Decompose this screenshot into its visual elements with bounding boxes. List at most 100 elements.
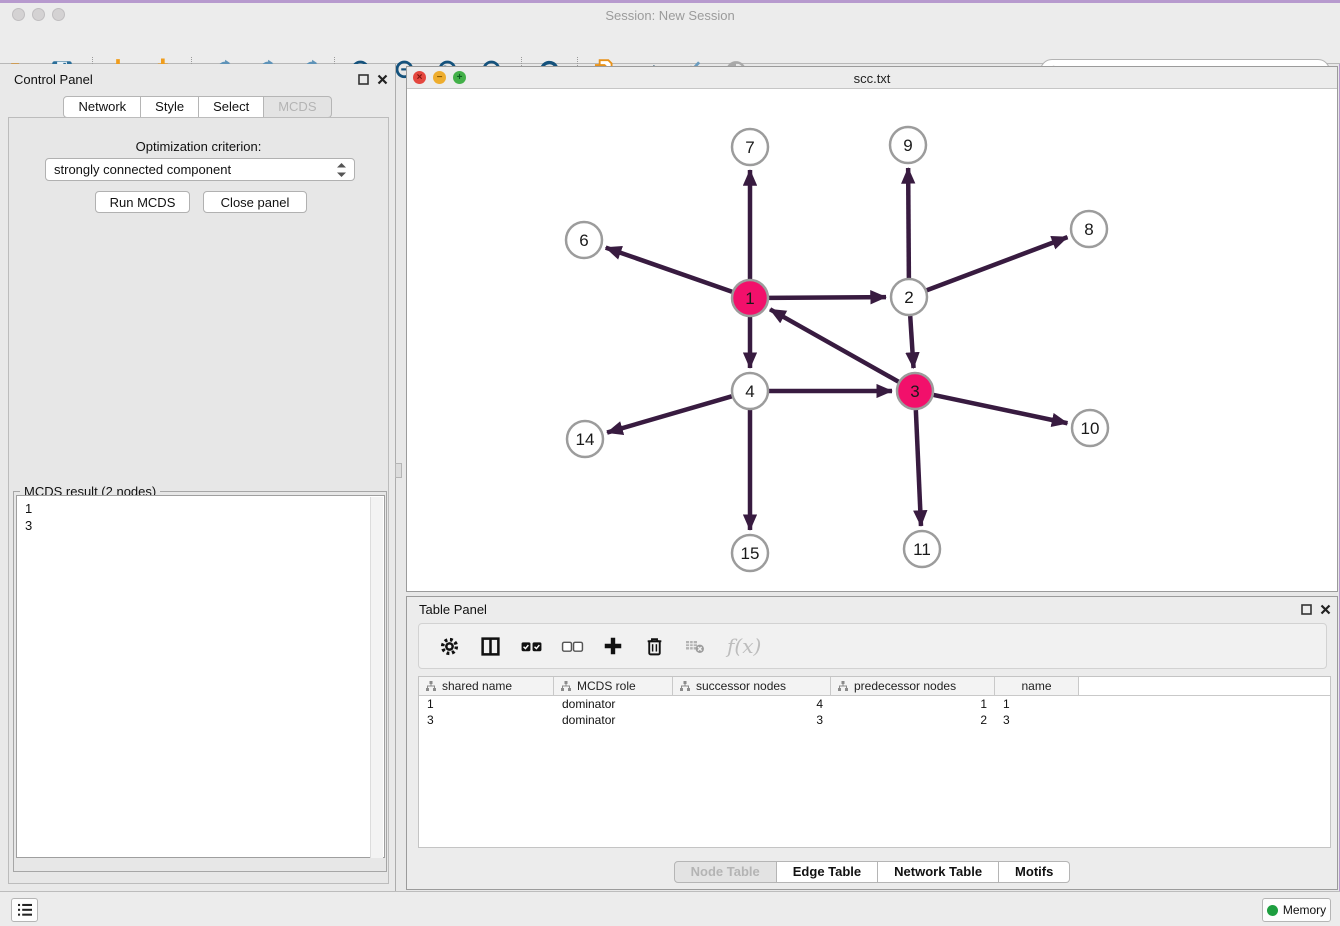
- edge-1-6[interactable]: [606, 248, 732, 292]
- memory-button[interactable]: Memory: [1262, 898, 1331, 922]
- node-label-4: 4: [745, 382, 754, 401]
- column-header-MCDS-role[interactable]: MCDS role: [554, 677, 673, 695]
- tab-network-table[interactable]: Network Table: [878, 861, 999, 883]
- table-cell[interactable]: 1: [995, 697, 1079, 711]
- column-type-icon: [838, 681, 848, 691]
- edge-3-10[interactable]: [934, 395, 1068, 423]
- delete-column-button[interactable]: [642, 634, 666, 658]
- tab-motifs[interactable]: Motifs: [999, 861, 1070, 883]
- edge-4-14[interactable]: [607, 396, 732, 432]
- table-cell[interactable]: dominator: [554, 697, 673, 711]
- network-view-title: scc.txt: [407, 71, 1337, 86]
- optimization-criterion-select[interactable]: strongly connected component: [45, 158, 355, 181]
- edge-1-2[interactable]: [769, 297, 886, 298]
- criterion-selected-value: strongly connected component: [54, 162, 337, 177]
- close-panel-icon[interactable]: [377, 74, 388, 85]
- main-toolbar: [0, 26, 1340, 64]
- table-cell[interactable]: 3: [419, 713, 554, 727]
- column-type-icon: [426, 681, 436, 691]
- result-scrollbar[interactable]: [370, 497, 383, 858]
- network-window-titlebar[interactable]: × − + scc.txt: [407, 67, 1337, 89]
- edge-3-1[interactable]: [770, 309, 898, 381]
- run-mcds-button[interactable]: Run MCDS: [95, 191, 190, 213]
- table-toolbar: f(x): [418, 623, 1327, 669]
- edge-2-3[interactable]: [910, 316, 913, 368]
- table-cell[interactable]: 1: [831, 697, 995, 711]
- checked-boxes-icon: [520, 635, 543, 658]
- column-header-label: successor nodes: [696, 679, 786, 693]
- add-column-button[interactable]: [601, 634, 625, 658]
- application-window: Session: New Session: [0, 0, 1340, 926]
- select-all-button[interactable]: [519, 634, 543, 658]
- close-table-panel-icon[interactable]: [1320, 604, 1331, 615]
- table-panel-title: Table Panel: [419, 602, 487, 617]
- table-cell[interactable]: 4: [673, 697, 831, 711]
- edge-2-8[interactable]: [927, 237, 1068, 290]
- column-header-name[interactable]: name: [995, 677, 1079, 695]
- mcds-result-textarea[interactable]: 1 3: [16, 495, 385, 858]
- trash-icon: [644, 636, 665, 657]
- tab-edge-table[interactable]: Edge Table: [777, 861, 878, 883]
- column-header-label: MCDS role: [577, 679, 636, 693]
- node-label-9: 9: [903, 136, 912, 155]
- deselect-all-button[interactable]: [560, 634, 584, 658]
- tab-style[interactable]: Style: [141, 96, 199, 118]
- unchecked-boxes-icon: [561, 635, 584, 658]
- tab-select[interactable]: Select: [199, 96, 264, 118]
- node-table[interactable]: shared name MCDS role successor nodes prede…: [418, 676, 1331, 848]
- tab-node-table[interactable]: Node Table: [674, 861, 777, 883]
- optimization-criterion-label: Optimization criterion:: [9, 139, 388, 154]
- mcds-result-group: MCDS result (2 nodes) 1 3: [13, 491, 387, 872]
- table-panel: Table Panel: [406, 596, 1338, 890]
- node-label-8: 8: [1084, 220, 1093, 239]
- table-settings-button[interactable]: [437, 634, 461, 658]
- memory-label: Memory: [1283, 903, 1326, 917]
- table-cell[interactable]: 3: [995, 713, 1079, 727]
- graph-edges: [606, 168, 1068, 530]
- titlebar: Session: New Session: [0, 3, 1340, 26]
- fx-icon: f(x): [724, 633, 764, 659]
- panel-splitter-handle[interactable]: [395, 463, 402, 478]
- tab-network[interactable]: Network: [63, 96, 141, 118]
- table-row[interactable]: 3dominator323: [419, 712, 1330, 728]
- column-header-label: shared name: [442, 679, 512, 693]
- column-header-label: name: [1021, 679, 1051, 693]
- node-label-15: 15: [741, 544, 760, 563]
- table-cell[interactable]: 2: [831, 713, 995, 727]
- table-rows: 1dominator4113dominator323: [419, 696, 1330, 728]
- column-header-shared-name[interactable]: shared name: [419, 677, 554, 695]
- table-cell[interactable]: dominator: [554, 713, 673, 727]
- delete-table-button-disabled: [683, 634, 707, 658]
- columns-icon: [480, 636, 501, 657]
- table-panel-tabs: Node TableEdge TableNetwork TableMotifs: [407, 861, 1337, 883]
- task-history-button[interactable]: [11, 898, 38, 922]
- table-row[interactable]: 1dominator411: [419, 696, 1330, 712]
- node-label-11: 11: [913, 540, 931, 559]
- mcds-panel: Optimization criterion: strongly connect…: [8, 117, 389, 884]
- close-panel-button[interactable]: Close panel: [203, 191, 307, 213]
- network-graph[interactable]: 7968124314101511: [407, 89, 1337, 591]
- window-title: Session: New Session: [0, 8, 1340, 23]
- column-visibility-button[interactable]: [478, 634, 502, 658]
- column-header-predecessor-nodes[interactable]: predecessor nodes: [831, 677, 995, 695]
- gear-icon: [439, 636, 460, 657]
- control-panel-title: Control Panel: [14, 72, 93, 87]
- node-label-2: 2: [904, 288, 913, 307]
- list-icon: [17, 903, 33, 917]
- edge-3-11[interactable]: [916, 410, 921, 526]
- network-view-window: × − + scc.txt 7968124314101511: [406, 66, 1338, 592]
- svg-text:f(x): f(x): [725, 634, 761, 658]
- control-panel: Control Panel NetworkStyleSelectMCDS Opt…: [0, 64, 396, 891]
- memory-status-dot: [1267, 905, 1278, 916]
- select-stepper-icon: [337, 163, 346, 177]
- status-bar: Memory: [0, 891, 1340, 926]
- edge-2-9[interactable]: [908, 168, 909, 278]
- column-header-successor-nodes[interactable]: successor nodes: [673, 677, 831, 695]
- float-panel-icon[interactable]: [358, 74, 369, 85]
- tab-mcds[interactable]: MCDS: [264, 96, 331, 118]
- table-cell[interactable]: 3: [673, 713, 831, 727]
- node-label-14: 14: [576, 430, 595, 449]
- table-cell[interactable]: 1: [419, 697, 554, 711]
- float-table-panel-icon[interactable]: [1301, 604, 1312, 615]
- node-label-6: 6: [579, 231, 588, 250]
